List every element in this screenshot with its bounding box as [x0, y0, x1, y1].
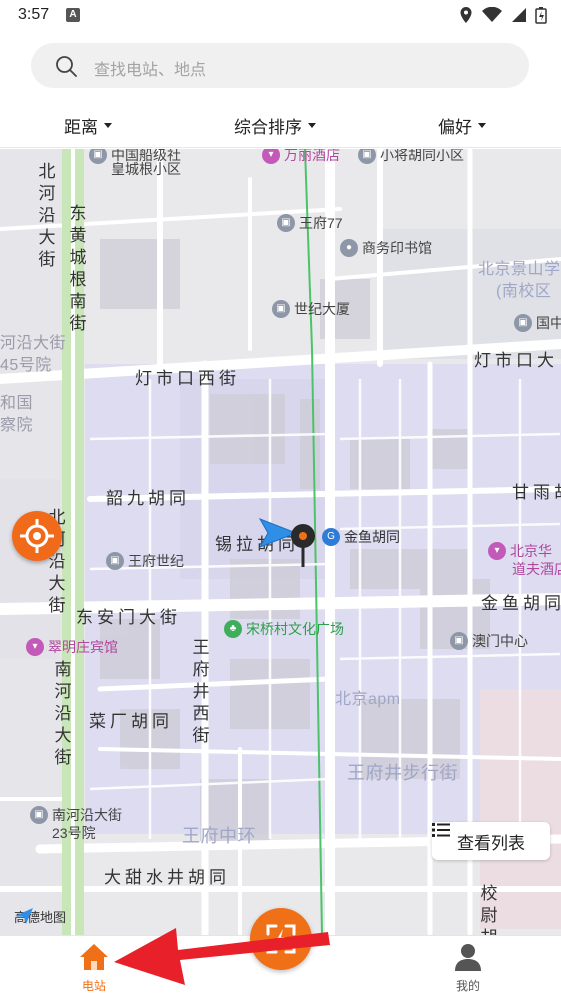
building-icon: ▣	[30, 806, 48, 824]
poi-marker[interactable]: ▾ 北京华	[488, 541, 552, 561]
caret-down-icon	[104, 123, 112, 128]
view-list-label: 查看列表	[457, 833, 525, 853]
poi-marker[interactable]: ▣ 国中	[514, 313, 561, 333]
area-label: (南校区	[496, 283, 552, 300]
filter-preference[interactable]: 偏好	[438, 113, 486, 138]
location-pin-icon: ●	[340, 239, 358, 257]
locate-button[interactable]	[12, 511, 62, 561]
user-icon	[455, 944, 481, 971]
signal-icon	[512, 8, 526, 22]
road-label-vertical: 校尉胡	[480, 884, 498, 935]
nav-mine-label: 我的	[455, 979, 480, 993]
building-icon: ▣	[450, 632, 468, 650]
area-label: 王府井步行街	[347, 763, 458, 783]
road-label: 灯市口大	[474, 351, 558, 370]
area-label: 河沿大街	[0, 335, 67, 352]
poi-marker[interactable]: ▣ 世纪大厦	[272, 299, 350, 319]
filter-sort[interactable]: 综合排序	[234, 113, 316, 138]
crosshair-icon	[20, 519, 54, 553]
park-icon: ♣	[224, 620, 242, 638]
scan-charge-button[interactable]	[250, 908, 312, 970]
scan-icon	[266, 924, 296, 954]
filter-distance-label: 距离	[64, 118, 98, 137]
road-label-vertical: 北河沿大街	[38, 162, 56, 269]
map-view[interactable]: 河沿大街 45号院 和国 察院 北京景山学 (南校区 北京apm 王府井步行街 …	[0, 149, 561, 935]
caret-down-icon	[308, 123, 316, 128]
search-bar[interactable]: 查找电站、地点	[31, 43, 529, 88]
status-icons	[459, 6, 547, 24]
road-label: 金鱼胡同	[481, 594, 561, 613]
road-label-vertical: 东黄城根南街	[69, 204, 87, 333]
area-label: 45号院	[0, 357, 52, 374]
hotel-icon: ▾	[26, 638, 44, 656]
area-label: 北京景山学	[478, 261, 561, 278]
amap-logo-icon	[15, 908, 33, 924]
building-icon: ▣	[89, 149, 107, 164]
area-label: 和国	[0, 395, 34, 412]
app-notification-icon: A	[66, 8, 80, 22]
poi-marker[interactable]: ▣ 王府77	[277, 213, 343, 233]
road-label: 东安门大街	[76, 608, 181, 627]
building-icon: ▣	[272, 300, 290, 318]
poi-marker[interactable]: G 金鱼胡同	[322, 527, 400, 547]
poi-marker[interactable]: 道夫酒店	[512, 559, 561, 579]
area-label: 王府中环	[182, 826, 256, 846]
building-icon: ▣	[514, 314, 532, 332]
road-label-vertical: 王府井西街	[192, 638, 210, 745]
road-label: 菜厂胡同	[89, 712, 173, 731]
status-bar: 3:57 A	[0, 0, 561, 30]
poi-marker[interactable]: ▾ 翠明庄宾馆	[26, 637, 118, 657]
charging-station-icon: G	[322, 528, 340, 546]
area-label: 北京apm	[335, 691, 401, 708]
nav-station[interactable]: 电站	[64, 942, 124, 994]
road-label: 甘雨胡	[512, 483, 561, 502]
home-icon	[80, 944, 108, 970]
building-icon: ▣	[277, 214, 295, 232]
area-label: 察院	[0, 417, 34, 434]
nav-station-label: 电站	[81, 979, 106, 993]
view-list-button[interactable]: 查看列表	[432, 822, 550, 860]
location-icon	[460, 7, 472, 23]
nav-mine[interactable]: 我的	[438, 942, 498, 994]
wifi-icon	[482, 7, 502, 22]
map-pin-icon[interactable]	[290, 523, 316, 569]
poi-marker[interactable]: ▣ 王府世纪	[106, 551, 184, 571]
building-icon: ▣	[358, 149, 376, 164]
poi-marker[interactable]: ▣ 澳门中心	[450, 631, 528, 651]
poi-marker[interactable]: 皇城根小区	[111, 159, 181, 179]
filter-sort-label: 综合排序	[234, 118, 302, 137]
caret-down-icon	[478, 123, 486, 128]
poi-marker[interactable]: ● 商务印书馆	[340, 238, 432, 258]
filter-preference-label: 偏好	[438, 118, 472, 137]
poi-marker[interactable]: 23号院	[52, 823, 96, 843]
status-time: 3:57	[18, 6, 50, 23]
search-placeholder: 查找电站、地点	[94, 62, 207, 79]
poi-marker[interactable]: ▾ 万丽酒店	[262, 149, 340, 165]
amap-logo: 高德地图	[14, 907, 66, 926]
road-label: 大甜水井胡同	[104, 868, 230, 887]
filter-bar: 距离 综合排序 偏好	[0, 100, 561, 148]
search-icon	[56, 56, 77, 77]
road-label-vertical: 南河沿大街	[54, 660, 72, 767]
road-label: 灯市口西街	[135, 369, 240, 388]
battery-icon	[535, 7, 547, 24]
filter-distance[interactable]: 距离	[64, 113, 112, 138]
list-icon	[432, 823, 450, 837]
building-icon: ▣	[106, 552, 124, 570]
poi-marker[interactable]: ▣ 南河沿大街	[30, 805, 122, 825]
road-label: 韶九胡同	[106, 489, 190, 508]
hotel-icon: ▾	[488, 542, 506, 560]
poi-marker[interactable]: ▣ 小将胡同小区	[358, 149, 464, 165]
hotel-icon: ▾	[262, 149, 280, 164]
poi-marker[interactable]: ♣ 宋桥村文化广场	[224, 619, 344, 639]
